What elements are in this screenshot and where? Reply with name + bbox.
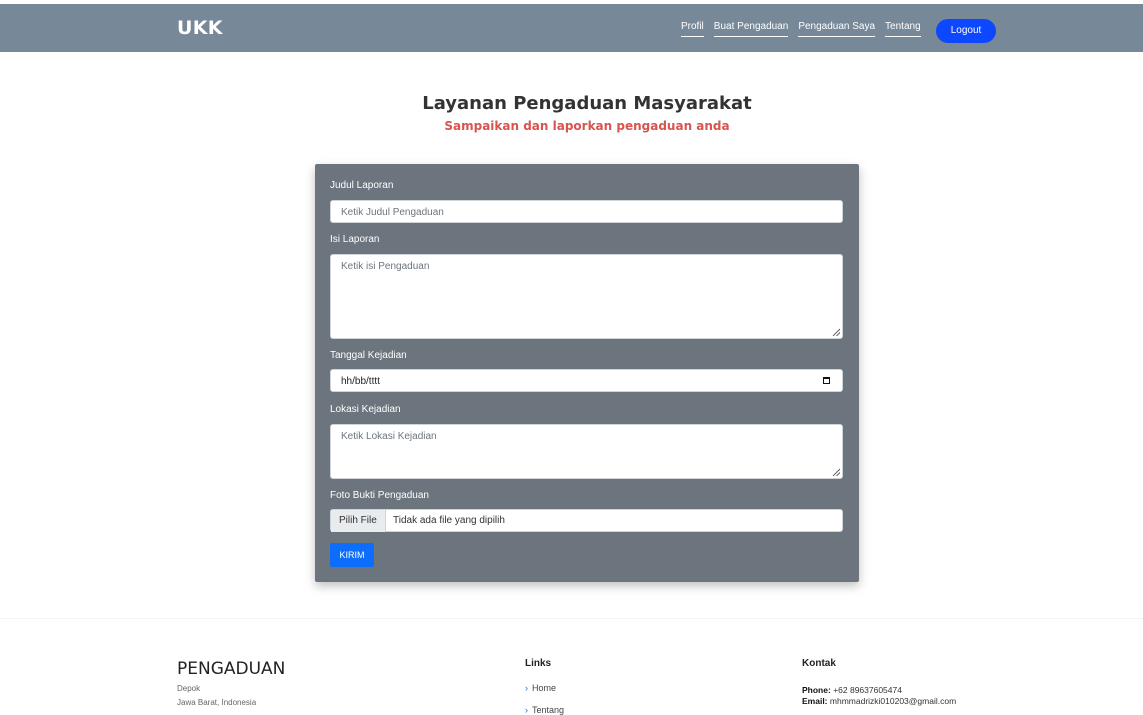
judul-placeholder: Ketik Judul Pengaduan (341, 207, 444, 218)
tanggal-value: hh/bb/tttt (341, 376, 380, 387)
footer-link-home[interactable]: › Home (525, 683, 556, 693)
footer: PENGADUAN Depok Jawa Barat, Indonesia Li… (0, 618, 1143, 715)
footer-links-heading: Links (525, 658, 552, 669)
resize-handle-icon[interactable] (832, 468, 840, 476)
footer-link-label: Home (532, 683, 557, 693)
brand-logo[interactable]: UKK (177, 17, 223, 39)
nav-link-pengaduan-saya[interactable]: Pengaduan Saya (798, 21, 876, 37)
lokasi-label: Lokasi Kejadian (330, 404, 401, 415)
choose-file-button[interactable]: Pilih File (331, 510, 386, 532)
isi-placeholder: Ketik isi Pengaduan (341, 261, 430, 272)
chevron-right-icon: › (525, 683, 528, 693)
footer-address-region: Jawa Barat, Indonesia (177, 698, 257, 707)
resize-handle-icon[interactable] (832, 328, 840, 336)
phone-value: +62 89637605474 (833, 685, 902, 695)
lokasi-textarea[interactable]: Ketik Lokasi Kejadian (330, 424, 843, 479)
judul-label: Judul Laporan (330, 180, 394, 191)
nav-links: Profil Buat Pengaduan Pengaduan Saya Ten… (681, 21, 931, 37)
page-title: Layanan Pengaduan Masyarakat (422, 93, 752, 114)
lokasi-placeholder: Ketik Lokasi Kejadian (341, 431, 437, 442)
footer-email: Email: mhmmadrizki010203@gmail.com (802, 696, 956, 706)
tanggal-input[interactable]: hh/bb/tttt (330, 369, 843, 392)
email-value[interactable]: mhmmadrizki010203@gmail.com (830, 696, 956, 706)
tanggal-label: Tanggal Kejadian (330, 350, 407, 361)
complaint-form: Judul Laporan Ketik Judul Pengaduan Isi … (315, 164, 859, 582)
isi-textarea[interactable]: Ketik isi Pengaduan (330, 254, 843, 339)
judul-input[interactable]: Ketik Judul Pengaduan (330, 200, 843, 223)
footer-phone: Phone: +62 89637605474 (802, 685, 902, 695)
nav-link-buat-pengaduan[interactable]: Buat Pengaduan (713, 21, 789, 37)
nav-link-tentang[interactable]: Tentang (885, 21, 921, 37)
email-label: Email: (802, 696, 828, 706)
footer-contact-heading: Kontak (802, 658, 836, 669)
isi-label: Isi Laporan (330, 234, 380, 245)
navbar: UKK Profil Buat Pengaduan Pengaduan Saya… (0, 4, 1143, 52)
footer-address-city: Depok (177, 684, 201, 693)
foto-label: Foto Bukti Pengaduan (330, 490, 429, 501)
file-input[interactable]: Pilih File Tidak ada file yang dipilih (330, 509, 843, 532)
logout-button[interactable]: Logout (936, 19, 996, 43)
file-status-text: Tidak ada file yang dipilih (393, 515, 505, 526)
phone-label: Phone: (802, 685, 831, 695)
submit-button[interactable]: KIRIM (330, 543, 374, 567)
nav-link-profil[interactable]: Profil (681, 21, 704, 37)
page-subtitle: Sampaikan dan laporkan pengaduan anda (444, 119, 730, 133)
calendar-icon[interactable] (823, 377, 830, 384)
footer-brand: PENGADUAN (177, 659, 286, 679)
